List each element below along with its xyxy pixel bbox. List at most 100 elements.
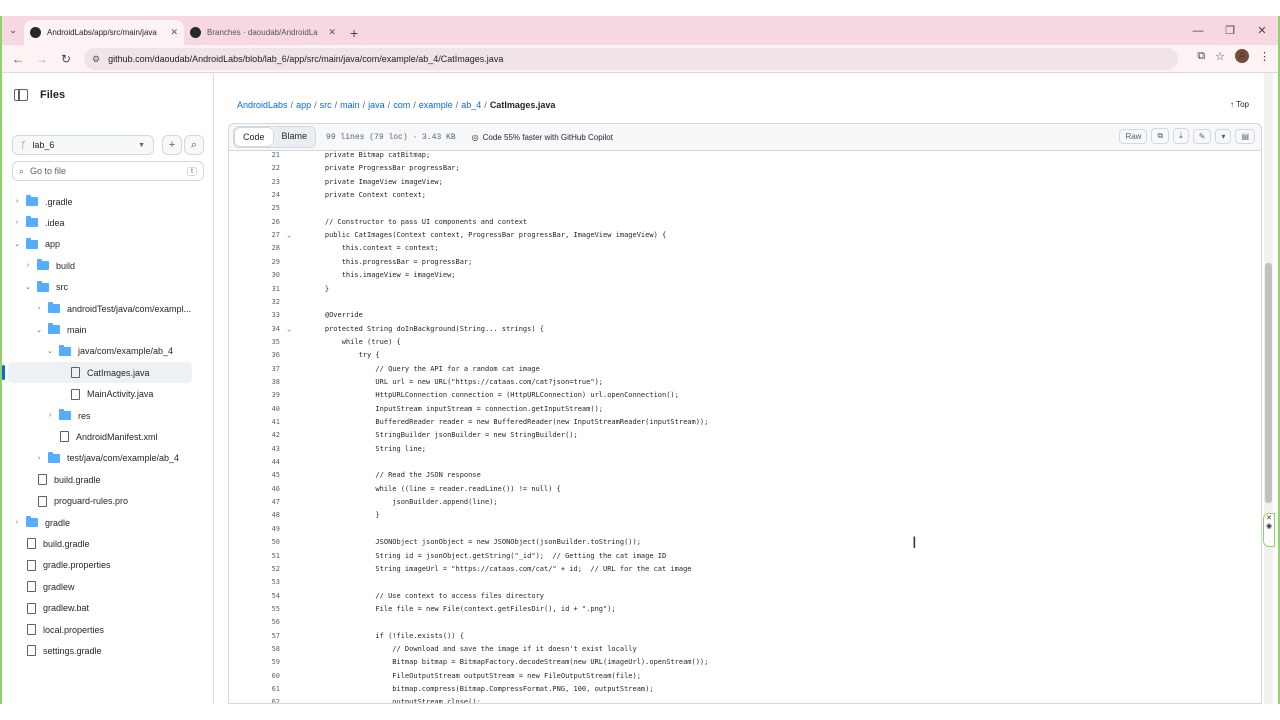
url-text[interactable]: github.com/daoudab/AndroidLabs/blob/lab_… (108, 54, 503, 64)
tab-branches[interactable]: Branches · daoudab/AndroidLa ✕ (184, 20, 342, 45)
line-number[interactable]: 42 (229, 429, 280, 442)
chevron-icon[interactable]: ⌄ (45, 347, 55, 355)
line-number[interactable]: 47 (229, 496, 280, 509)
line-number[interactable]: 22 (229, 162, 280, 175)
download-icon[interactable]: ⤓ (1173, 128, 1189, 144)
top-button[interactable]: ↑ Top (1230, 100, 1249, 109)
bookmark-star-icon[interactable]: ☆ (1215, 50, 1225, 63)
line-number[interactable]: 27 (229, 229, 280, 242)
address-bar[interactable]: ⚙ github.com/daoudab/AndroidLabs/blob/la… (84, 48, 1178, 70)
breadcrumb-link[interactable]: ab_4 (461, 100, 481, 110)
line-number[interactable]: 21 (229, 151, 280, 162)
line-number[interactable]: 53 (229, 576, 280, 589)
line-number[interactable]: 24 (229, 189, 280, 202)
line-number[interactable]: 35 (229, 336, 280, 349)
tree-folder[interactable]: › .gradle (2, 191, 202, 212)
tab-search-icon[interactable]: ⌄ (2, 16, 24, 45)
tree-file[interactable]: build.gradle (2, 469, 202, 490)
line-number[interactable]: 43 (229, 443, 280, 456)
collapse-sidebar-icon[interactable] (14, 89, 28, 101)
line-number[interactable]: 56 (229, 616, 280, 629)
tree-file[interactable]: AndroidManifest.xml (2, 426, 202, 447)
tree-file[interactable]: gradlew.bat (2, 598, 202, 619)
profile-avatar[interactable]: A (1235, 49, 1249, 63)
line-number[interactable]: 38 (229, 376, 280, 389)
close-icon[interactable]: ✕ (170, 27, 178, 38)
chevron-icon[interactable]: ⌄ (23, 283, 33, 291)
copy-icon[interactable]: ⧉ (1151, 128, 1170, 144)
breadcrumb-link[interactable]: AndroidLabs (237, 100, 288, 110)
line-number[interactable]: 36 (229, 349, 280, 362)
line-number[interactable]: 29 (229, 256, 280, 269)
tree-file[interactable]: gradle.properties (2, 555, 202, 576)
tab-blame[interactable]: Blame (273, 127, 316, 147)
chevron-icon[interactable]: ⌄ (34, 326, 44, 334)
line-number[interactable]: 58 (229, 643, 280, 656)
edit-pencil-icon[interactable]: ✎ (1192, 128, 1212, 144)
line-number[interactable]: 37 (229, 363, 280, 376)
breadcrumb-link[interactable]: src (320, 100, 332, 110)
line-number[interactable]: 54 (229, 590, 280, 603)
add-file-button[interactable]: + (162, 135, 182, 155)
tree-folder[interactable]: › androidTest/java/com/exampl... (2, 298, 202, 319)
line-number[interactable]: 33 (229, 309, 280, 322)
chevron-icon[interactable]: › (34, 455, 44, 462)
tree-folder[interactable]: ⌄ src (2, 277, 202, 298)
scrollbar[interactable] (1264, 73, 1273, 704)
line-number[interactable]: 34 (229, 323, 280, 336)
tree-file[interactable]: build.gradle (2, 533, 202, 554)
tree-folder[interactable]: ⌄ app (2, 234, 202, 255)
install-icon[interactable]: ⧉ (1197, 50, 1205, 63)
close-icon[interactable]: ✕ (328, 27, 336, 38)
chevron-icon[interactable]: › (12, 519, 22, 526)
breadcrumb-link[interactable]: main (340, 100, 360, 110)
search-button[interactable]: ⌕ (184, 135, 204, 155)
back-button[interactable]: ← (6, 52, 30, 66)
fold-toggle-icon[interactable]: ⌄ (287, 323, 291, 336)
tree-file[interactable]: settings.gradle (2, 640, 202, 661)
tree-file[interactable]: proguard-rules.pro (2, 491, 202, 512)
tree-folder[interactable]: › gradle (2, 512, 202, 533)
raw-button[interactable]: Raw (1119, 128, 1148, 144)
chevron-icon[interactable]: › (12, 219, 22, 226)
line-number[interactable]: 39 (229, 389, 280, 402)
chevron-icon[interactable]: › (34, 305, 44, 312)
reload-button[interactable]: ↻ (54, 52, 78, 66)
line-number[interactable]: 30 (229, 269, 280, 282)
extension-widget[interactable]: ✕ ◉ (1263, 513, 1275, 547)
go-to-file-input[interactable]: ⌕ Go to file t (12, 161, 204, 181)
line-number[interactable]: 60 (229, 670, 280, 683)
line-number[interactable]: 23 (229, 176, 280, 189)
line-number[interactable]: 49 (229, 523, 280, 536)
tab-code[interactable]: Code (234, 127, 274, 147)
breadcrumb-link[interactable]: java (368, 100, 385, 110)
tree-folder[interactable]: › .idea (2, 212, 202, 233)
chevron-icon[interactable]: › (45, 412, 55, 419)
chevron-icon[interactable]: › (23, 262, 33, 269)
tab-androidlabs[interactable]: AndroidLabs/app/src/main/java ✕ (24, 20, 184, 45)
minimize-button[interactable]: — (1182, 25, 1214, 37)
line-number[interactable]: 51 (229, 550, 280, 563)
chevron-icon[interactable]: ⌄ (12, 240, 22, 248)
forward-button[interactable]: → (30, 52, 54, 66)
line-number[interactable]: 26 (229, 216, 280, 229)
line-number[interactable]: 52 (229, 563, 280, 576)
line-number[interactable]: 28 (229, 242, 280, 255)
tree-folder[interactable]: › build (2, 255, 202, 276)
breadcrumb-link[interactable]: example (419, 100, 453, 110)
line-number[interactable]: 55 (229, 603, 280, 616)
tree-file[interactable]: MainActivity.java (2, 384, 202, 405)
line-number[interactable]: 48 (229, 509, 280, 522)
close-window-button[interactable]: ✕ (1246, 24, 1278, 37)
line-number[interactable]: 31 (229, 283, 280, 296)
menu-icon[interactable]: ⋮ (1259, 50, 1270, 63)
line-number[interactable]: 62 (229, 696, 280, 703)
symbols-panel-icon[interactable]: ▤ (1235, 128, 1255, 144)
fold-toggle-icon[interactable]: ⌄ (287, 229, 291, 242)
line-number[interactable]: 45 (229, 469, 280, 482)
new-tab-button[interactable]: + (342, 20, 366, 45)
tree-file[interactable]: local.properties (2, 619, 202, 640)
branch-selector[interactable]: ᚴ lab_6 ▼ (12, 135, 154, 155)
tree-folder[interactable]: ⌄ main (2, 319, 202, 340)
breadcrumb-link[interactable]: app (296, 100, 311, 110)
